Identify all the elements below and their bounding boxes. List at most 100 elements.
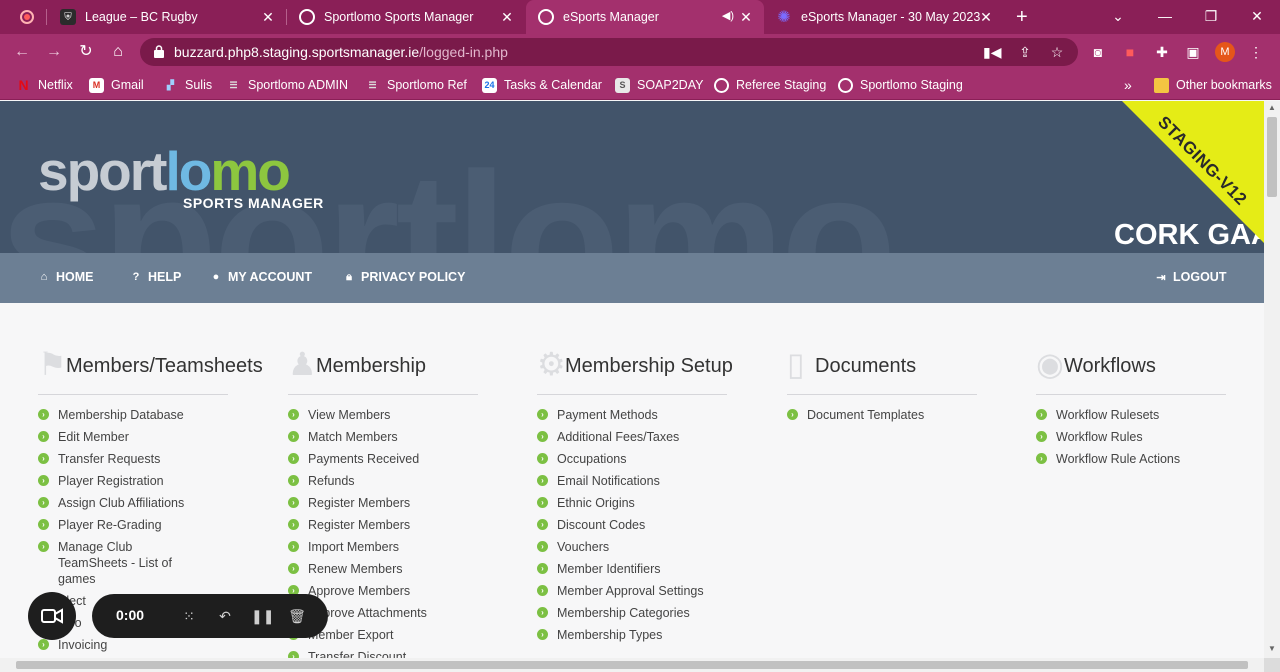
record-extension-icon[interactable]: ■ (1120, 42, 1140, 62)
recorder-camera-button[interactable] (28, 592, 76, 640)
section-link[interactable]: › Discount Codes (537, 517, 727, 533)
horizontal-scrollbar[interactable] (0, 658, 1264, 672)
bookmark-soap2day[interactable]: S SOAP2DAY (615, 76, 703, 94)
section-link[interactable]: › Manage Club TeamSheets - List of games (38, 539, 228, 587)
share-icon[interactable]: ⇪ (1016, 43, 1034, 61)
section-link[interactable]: › Import Members (288, 539, 478, 555)
close-icon[interactable]: ✕ (978, 9, 994, 26)
section-link[interactable]: › Membership Types (537, 627, 727, 643)
record-indicator-icon[interactable] (20, 10, 34, 24)
speaker-icon[interactable]: ◀) (722, 9, 734, 22)
section-link[interactable]: › View Members (288, 407, 478, 423)
close-icon[interactable]: ✕ (260, 9, 276, 26)
bookmark-netflix[interactable]: N Netflix (16, 76, 72, 94)
scrollbar-thumb[interactable] (1267, 117, 1277, 197)
section-link[interactable]: › Transfer Requests (38, 451, 228, 467)
tab-sportlomo-sports-manager[interactable]: Sportlomo Sports Manager ✕ (287, 0, 525, 34)
section-link[interactable]: › Player Registration (38, 473, 228, 489)
section-link[interactable]: › Refunds (288, 473, 478, 489)
menu-kebab-icon[interactable]: ⋮ (1246, 42, 1266, 62)
chevron-circle-icon: › (38, 497, 49, 508)
tab-bc-rugby[interactable]: ⛨ League – BC Rugby ✕ (48, 0, 286, 34)
section-link[interactable]: › Additional Fees/Taxes (537, 429, 727, 445)
bookmarks-overflow-button[interactable]: » (1124, 76, 1132, 94)
close-icon[interactable]: ✕ (499, 9, 515, 26)
back-button[interactable]: ← (11, 41, 33, 63)
bookmark-sportlomo-staging[interactable]: Sportlomo Staging (838, 76, 963, 94)
section-link[interactable]: › Payment Methods (537, 407, 727, 423)
section-link[interactable]: › Document Templates (787, 407, 977, 423)
bookmark-gmail[interactable]: M Gmail (89, 76, 144, 94)
section-link[interactable]: › Ethnic Origins (537, 495, 727, 511)
extensions-puzzle-icon[interactable]: ✚ (1152, 42, 1172, 62)
section-workflows: ◉ Workflows › Workflow Rulesets › Workflow … (1036, 343, 1226, 473)
section-link[interactable]: › Workflow Rulesets (1036, 407, 1226, 423)
section-link[interactable]: › Membership Database (38, 407, 228, 423)
tab-title: eSports Manager (563, 10, 659, 24)
chevron-circle-icon: › (38, 453, 49, 464)
camera-blocked-icon[interactable]: ▮◀ (983, 43, 1001, 61)
vertical-scrollbar[interactable]: ▲ ▼ (1264, 101, 1280, 658)
section-link[interactable]: › Renew Members (288, 561, 478, 577)
bookmark-star-icon[interactable]: ☆ (1048, 43, 1066, 61)
nav-logout[interactable]: ⇥ LOGOUT (1155, 270, 1226, 284)
browser-toolbar: ← → ↻ ⌂ buzzard.php8.staging.sportsmanag… (0, 34, 1280, 70)
scroll-down-icon[interactable]: ▼ (1267, 644, 1277, 653)
recorder-controls: 0:00 ⁙ ↶ ❚❚ 🗑︎ (92, 594, 328, 638)
sportlomo-logo[interactable]: sportlomo (38, 139, 291, 203)
undo-icon[interactable]: ↶ (215, 606, 235, 626)
section-link[interactable]: › Transfer Discount (288, 649, 478, 658)
url-path: /logged-in.php (419, 44, 508, 60)
scroll-up-icon[interactable]: ▲ (1267, 103, 1277, 112)
section-link[interactable]: › Member Approval Settings (537, 583, 727, 599)
bookmark-referee-staging[interactable]: Referee Staging (714, 76, 826, 94)
new-tab-button[interactable]: + (1016, 6, 1028, 29)
tab-search-chevron-icon[interactable]: ⌄ (1095, 0, 1141, 34)
section-link[interactable]: › Payments Received (288, 451, 478, 467)
bookmark-sportlomo-admin[interactable]: ☰ Sportlomo ADMIN (226, 76, 348, 94)
section-link[interactable]: › Workflow Rule Actions (1036, 451, 1226, 467)
section-link[interactable]: › Membership Categories (537, 605, 727, 621)
nav-home[interactable]: ⌂ HOME (38, 270, 94, 284)
profile-avatar[interactable]: M (1215, 42, 1235, 62)
section-link[interactable]: › Register Members (288, 517, 478, 533)
nav-my-account[interactable]: ● MY ACCOUNT (210, 270, 312, 284)
tab-esports-manager[interactable]: eSports Manager ◀) ✕ (526, 0, 764, 34)
nav-privacy-policy[interactable]: 🔒︎ PRIVACY POLICY (343, 270, 465, 284)
forward-button[interactable]: → (43, 41, 65, 63)
pause-icon[interactable]: ❚❚ (251, 606, 274, 626)
grid-dots-icon[interactable]: ⁙ (179, 606, 199, 626)
section-link[interactable]: › Register Members (288, 495, 478, 511)
section-link[interactable]: › Vouchers (537, 539, 727, 555)
section-link[interactable]: › Member Identifiers (537, 561, 727, 577)
bookmark-tasks-calendar[interactable]: 24 Tasks & Calendar (482, 76, 602, 94)
side-panel-icon[interactable]: ▣ (1183, 42, 1203, 62)
nav-help[interactable]: ? HELP (130, 270, 182, 284)
rugby-shield-icon: ⛨ (60, 9, 76, 25)
section-link[interactable]: › Edit Member (38, 429, 228, 445)
other-bookmarks[interactable]: Other bookmarks (1154, 76, 1272, 94)
chevron-circle-icon: › (537, 563, 548, 574)
restore-button[interactable]: ❐ (1188, 0, 1234, 34)
section-link[interactable]: › Player Re-Grading (38, 517, 228, 533)
section-link[interactable]: › Occupations (537, 451, 727, 467)
section-link[interactable]: › Match Members (288, 429, 478, 445)
reload-button[interactable]: ↻ (75, 41, 97, 63)
screenshot-icon[interactable]: ◙ (1088, 42, 1108, 62)
bookmark-sulis[interactable]: ▞ Sulis (163, 76, 212, 94)
section-link[interactable]: › Workflow Rules (1036, 429, 1226, 445)
section-link[interactable]: › Assign Club Affiliations (38, 495, 228, 511)
nav-label: HOME (56, 270, 94, 284)
link-label: View Members (308, 408, 391, 422)
section-link[interactable]: › Email Notifications (537, 473, 727, 489)
trash-icon[interactable]: 🗑︎ (287, 606, 307, 626)
bookmark-sportlomo-ref[interactable]: ☰ Sportlomo Ref (365, 76, 466, 94)
address-bar[interactable]: buzzard.php8.staging.sportsmanager.ie/lo… (140, 38, 1078, 66)
scrollbar-thumb[interactable] (16, 661, 1248, 669)
tab-esports-manager-30-may[interactable]: ✺ eSports Manager - 30 May 2023 ✕ (764, 0, 1004, 34)
section-link[interactable]: › Invoicing (38, 637, 228, 653)
close-window-button[interactable]: ✕ (1234, 0, 1280, 34)
close-icon[interactable]: ✕ (738, 9, 754, 26)
home-button[interactable]: ⌂ (107, 41, 129, 63)
minimize-button[interactable]: — (1142, 0, 1188, 34)
